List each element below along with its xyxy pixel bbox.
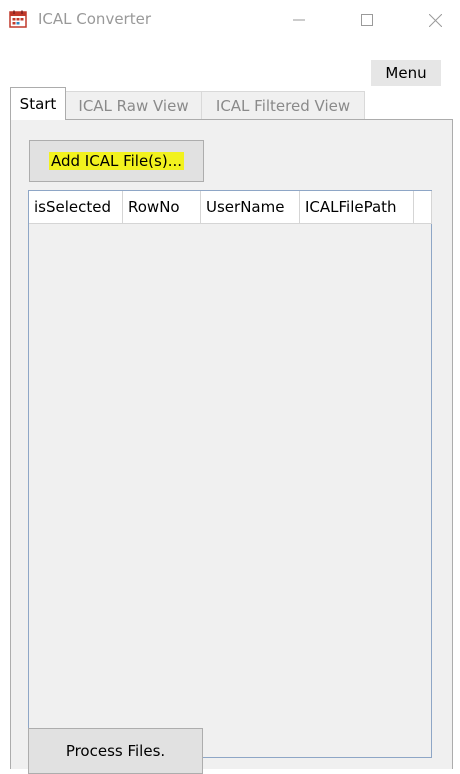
column-header-filler	[414, 191, 432, 224]
start-tab-panel: Add ICAL File(s)... isSelected RowNo Use…	[10, 119, 453, 774]
files-data-grid[interactable]: isSelected RowNo UserName ICALFilePath	[28, 190, 432, 758]
tab-ical-filtered-view[interactable]: ICAL Filtered View	[201, 91, 365, 119]
column-header-username[interactable]: UserName	[201, 191, 300, 224]
window-title: ICAL Converter	[38, 10, 151, 28]
tab-start[interactable]: Start	[10, 87, 66, 120]
process-files-button[interactable]: Process Files.	[28, 728, 203, 774]
minimize-button[interactable]	[276, 0, 322, 40]
menu-button[interactable]: Menu	[371, 60, 441, 86]
add-ical-files-label: Add ICAL File(s)...	[48, 152, 184, 170]
menu-bar: Menu	[0, 40, 460, 87]
maximize-button[interactable]	[344, 0, 390, 40]
tab-strip: Start ICAL Raw View ICAL Filtered View	[0, 87, 460, 120]
title-bar: ICAL Converter	[0, 0, 460, 40]
maximize-icon	[361, 14, 373, 26]
tab-ical-raw-view[interactable]: ICAL Raw View	[65, 91, 202, 119]
add-ical-files-button[interactable]: Add ICAL File(s)...	[29, 140, 204, 182]
column-header-isselected[interactable]: isSelected	[29, 191, 123, 224]
grid-header: isSelected RowNo UserName ICALFilePath	[29, 191, 432, 224]
calendar-icon	[9, 10, 27, 28]
column-header-rowno[interactable]: RowNo	[123, 191, 201, 224]
column-header-icalfilepath[interactable]: ICALFilePath	[300, 191, 414, 224]
close-icon	[428, 13, 442, 27]
close-button[interactable]	[412, 0, 458, 40]
minimize-icon	[293, 19, 305, 21]
